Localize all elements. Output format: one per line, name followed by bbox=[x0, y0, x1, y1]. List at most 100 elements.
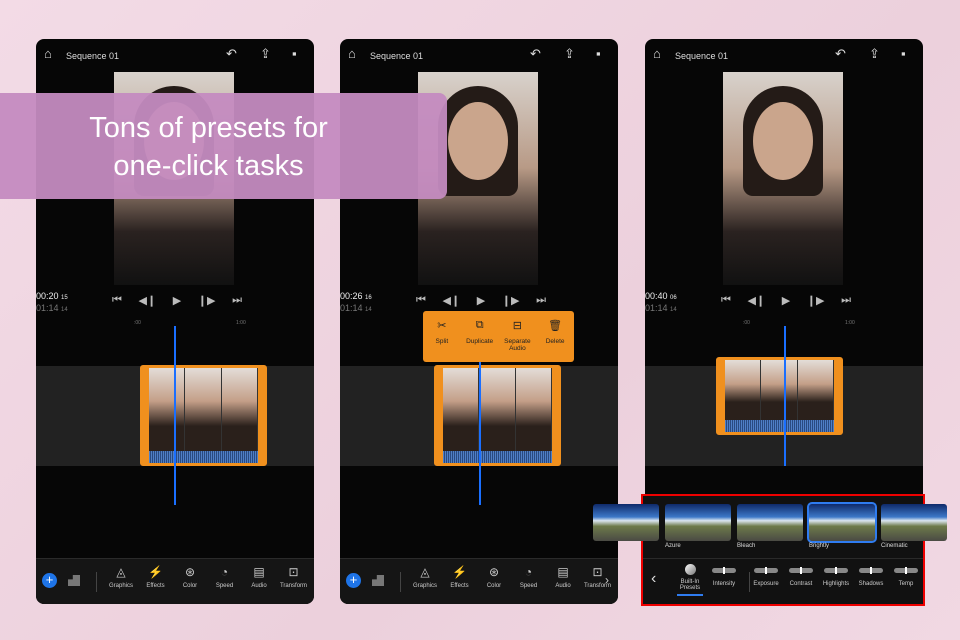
tool-audio[interactable]: ▤ Audio bbox=[546, 565, 580, 589]
slider-icon bbox=[754, 567, 778, 574]
total-time-value: 01:14 bbox=[340, 303, 363, 313]
adjustment-exposure[interactable]: Exposure bbox=[746, 567, 786, 587]
skip-end-icon[interactable]: ⏭ bbox=[536, 294, 546, 307]
divider bbox=[749, 572, 750, 592]
preset-thumbnail[interactable] bbox=[665, 504, 731, 541]
home-icon[interactable]: ⌂ bbox=[653, 46, 661, 61]
back-chevron-icon[interactable]: ‹ bbox=[651, 570, 656, 588]
tool-effects[interactable]: ⚡ Effects bbox=[443, 565, 477, 589]
skip-start-icon[interactable]: ⏮ bbox=[112, 294, 122, 307]
tool-label: Graphics bbox=[108, 583, 133, 589]
more-chevron-icon[interactable]: › bbox=[590, 573, 618, 587]
video-clip[interactable] bbox=[140, 365, 267, 466]
play-icon[interactable]: ▶ bbox=[477, 294, 485, 307]
undo-icon[interactable]: ↶ bbox=[226, 46, 237, 62]
preset-thumbnail[interactable] bbox=[807, 502, 877, 543]
clip-thumbnail bbox=[443, 368, 480, 451]
menu-item-label: Separate Audio bbox=[504, 338, 531, 352]
total-frames: 14 bbox=[670, 307, 677, 313]
app-header: ⌂ Sequence 01 ↶ ⇪ ▪ bbox=[340, 39, 618, 72]
tool-transform[interactable]: ⊡ Transform bbox=[277, 565, 311, 589]
step-forward-icon[interactable]: ❙▶ bbox=[502, 294, 520, 307]
tool-speed[interactable]: ◔ Speed bbox=[512, 565, 546, 589]
step-forward-icon[interactable]: ❙▶ bbox=[807, 294, 825, 307]
preset-thumbnail[interactable] bbox=[881, 504, 947, 541]
layers-icon[interactable] bbox=[68, 575, 80, 586]
clip-thumbnail bbox=[149, 368, 186, 451]
skip-end-icon[interactable]: ⏭ bbox=[232, 294, 242, 307]
audio-icon: ▤ bbox=[557, 565, 569, 579]
adjustment-highlights[interactable]: Highlights bbox=[816, 567, 856, 587]
total-frames: 14 bbox=[61, 307, 68, 313]
clip-thumbnails bbox=[725, 360, 834, 420]
comment-icon[interactable]: ▪ bbox=[596, 46, 601, 61]
transport-controls: ⏮ ◀❙ ▶ ❙▶ ⏭ bbox=[112, 294, 242, 307]
tool-label: Effects bbox=[146, 583, 165, 589]
step-back-icon[interactable]: ◀❙ bbox=[442, 294, 460, 307]
skip-start-icon[interactable]: ⏮ bbox=[721, 294, 731, 307]
menu-item-delete[interactable]: 🗑 Delete bbox=[538, 319, 572, 362]
share-icon[interactable]: ⇪ bbox=[869, 46, 880, 62]
promo-banner: Tons of presets for one-click tasks bbox=[0, 93, 447, 199]
menu-item-label: Duplicate bbox=[466, 338, 494, 345]
adjustment-label: Shadows bbox=[858, 581, 884, 587]
audio-icon: ▤ bbox=[253, 565, 265, 579]
add-button[interactable]: + bbox=[42, 573, 57, 588]
comment-icon[interactable]: ▪ bbox=[292, 46, 297, 61]
tool-speed[interactable]: ◔ Speed bbox=[208, 565, 242, 589]
tool-color[interactable]: ⊛ Color bbox=[173, 565, 207, 589]
divider bbox=[643, 558, 923, 559]
adjustment-temp[interactable]: Temp bbox=[886, 567, 926, 587]
menu-item-separate-audio[interactable]: ⊟ Separate Audio bbox=[500, 319, 534, 362]
play-icon[interactable]: ▶ bbox=[173, 294, 181, 307]
speed-icon: ◔ bbox=[220, 565, 229, 579]
current-frames: 16 bbox=[365, 295, 372, 301]
step-back-icon[interactable]: ◀❙ bbox=[138, 294, 156, 307]
play-icon[interactable]: ▶ bbox=[782, 294, 790, 307]
video-clip[interactable] bbox=[716, 357, 843, 435]
skip-end-icon[interactable]: ⏭ bbox=[841, 294, 851, 307]
preset-thumbnail-partial[interactable] bbox=[593, 504, 659, 541]
skip-start-icon[interactable]: ⏮ bbox=[416, 294, 426, 307]
step-forward-icon[interactable]: ❙▶ bbox=[198, 294, 216, 307]
tool-effects[interactable]: ⚡ Effects bbox=[139, 565, 173, 589]
tool-audio[interactable]: ▤ Audio bbox=[242, 565, 276, 589]
comment-icon[interactable]: ▪ bbox=[901, 46, 906, 61]
adjustment-intensity[interactable]: Intensity bbox=[704, 567, 744, 587]
sequence-title: Sequence 01 bbox=[675, 51, 729, 61]
clip-thumbnail bbox=[797, 360, 834, 420]
share-icon[interactable]: ⇪ bbox=[564, 46, 575, 62]
divider bbox=[96, 572, 97, 592]
undo-icon[interactable]: ↶ bbox=[835, 46, 846, 62]
adjustment-shadows[interactable]: Shadows bbox=[851, 567, 891, 587]
adjustment-label: Exposure bbox=[753, 581, 779, 587]
menu-item-duplicate[interactable]: ⧉ Duplicate bbox=[463, 319, 497, 362]
playhead[interactable] bbox=[784, 326, 786, 466]
share-icon[interactable]: ⇪ bbox=[260, 46, 271, 62]
step-back-icon[interactable]: ◀❙ bbox=[747, 294, 765, 307]
video-clip[interactable] bbox=[434, 365, 561, 466]
home-icon[interactable]: ⌂ bbox=[44, 46, 52, 61]
tool-graphics[interactable]: ◬ Graphics bbox=[104, 565, 138, 589]
playhead[interactable] bbox=[174, 326, 176, 505]
tool-graphics[interactable]: ◬ Graphics bbox=[408, 565, 442, 589]
menu-item-split[interactable]: ✂ Split bbox=[425, 319, 459, 362]
clip-thumbnails bbox=[149, 368, 258, 451]
adjustment-contrast[interactable]: Contrast bbox=[781, 567, 821, 587]
preset-label: Azure bbox=[665, 543, 681, 549]
preset-thumbnail[interactable] bbox=[737, 504, 803, 541]
clip-thumbnail bbox=[761, 360, 798, 420]
tool-color[interactable]: ⊛ Color bbox=[477, 565, 511, 589]
timecode: 00:20 15 01:14 14 bbox=[36, 291, 68, 315]
adjustment-label: Intensity bbox=[712, 581, 736, 587]
clip-thumbnail bbox=[185, 368, 222, 451]
effects-icon: ⚡ bbox=[148, 565, 163, 579]
total-time: 01:14 14 bbox=[36, 303, 68, 315]
active-underline bbox=[677, 594, 703, 596]
add-button[interactable]: + bbox=[346, 573, 361, 588]
layers-icon[interactable] bbox=[372, 575, 384, 586]
tool-label: Speed bbox=[519, 583, 538, 589]
home-icon[interactable]: ⌂ bbox=[348, 46, 356, 61]
undo-icon[interactable]: ↶ bbox=[530, 46, 541, 62]
slider-icon bbox=[894, 567, 918, 574]
